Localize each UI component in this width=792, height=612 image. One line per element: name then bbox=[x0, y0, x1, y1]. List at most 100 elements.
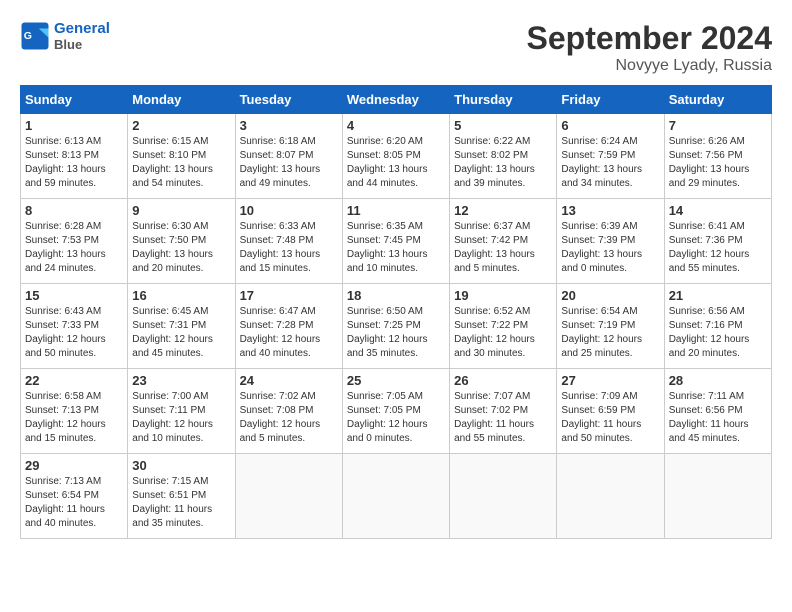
location-title: Novyye Lyady, Russia bbox=[527, 57, 772, 75]
calendar-body: 1Sunrise: 6:13 AMSunset: 8:13 PMDaylight… bbox=[21, 114, 772, 539]
day-number: 5 bbox=[454, 118, 552, 133]
calendar-cell bbox=[450, 454, 557, 539]
day-info: Sunrise: 6:28 AMSunset: 7:53 PMDaylight:… bbox=[25, 220, 123, 276]
week-row-3: 15 Sunrise: 6:43 AMSunset: 7:33 PMDayligh… bbox=[21, 284, 772, 369]
calendar-cell: 19Sunrise: 6:52 AMSunset: 7:22 PMDayligh… bbox=[450, 284, 557, 369]
day-info: Sunrise: 6:50 AMSunset: 7:25 PMDaylight:… bbox=[347, 305, 445, 361]
calendar-cell: 25 Sunrise: 7:05 AMSunset: 7:05 PMDayligh… bbox=[342, 369, 449, 454]
weekday-friday: Friday bbox=[557, 86, 664, 114]
calendar-cell bbox=[664, 454, 771, 539]
calendar-cell: 16 Sunrise: 6:45 AMSunset: 7:31 PMDayligh… bbox=[128, 284, 235, 369]
logo: G General Blue bbox=[20, 20, 110, 52]
day-info: Sunrise: 6:47 AMSunset: 7:28 PMDaylight:… bbox=[240, 305, 338, 361]
calendar-cell bbox=[557, 454, 664, 539]
calendar-cell: 17 Sunrise: 6:47 AMSunset: 7:28 PMDayligh… bbox=[235, 284, 342, 369]
calendar-cell: 10Sunrise: 6:33 AMSunset: 7:48 PMDayligh… bbox=[235, 199, 342, 284]
day-info: Sunrise: 7:05 AMSunset: 7:05 PMDaylight:… bbox=[347, 390, 445, 446]
calendar-cell: 8 Sunrise: 6:28 AMSunset: 7:53 PMDaylight… bbox=[21, 199, 128, 284]
day-number: 6 bbox=[561, 118, 659, 133]
day-info: Sunrise: 7:11 AMSunset: 6:56 PMDaylight:… bbox=[669, 390, 767, 446]
calendar-cell: 21 Sunrise: 6:56 AMSunset: 7:16 PMDayligh… bbox=[664, 284, 771, 369]
day-number: 16 bbox=[132, 288, 230, 303]
calendar-cell: 15 Sunrise: 6:43 AMSunset: 7:33 PMDayligh… bbox=[21, 284, 128, 369]
day-number: 10 bbox=[240, 203, 338, 218]
day-number: 20 bbox=[561, 288, 659, 303]
calendar-cell: 20 Sunrise: 6:54 AMSunset: 7:19 PMDayligh… bbox=[557, 284, 664, 369]
calendar-cell: 5 Sunrise: 6:22 AMSunset: 8:02 PMDaylight… bbox=[450, 114, 557, 199]
day-number: 3 bbox=[240, 118, 338, 133]
day-number: 2 bbox=[132, 118, 230, 133]
calendar-cell: 26Sunrise: 7:07 AMSunset: 7:02 PMDayligh… bbox=[450, 369, 557, 454]
day-number: 14 bbox=[669, 203, 767, 218]
day-info: Sunrise: 7:09 AMSunset: 6:59 PMDaylight:… bbox=[561, 390, 659, 446]
day-info: Sunrise: 6:35 AMSunset: 7:45 PMDaylight:… bbox=[347, 220, 445, 276]
day-info: Sunrise: 6:22 AMSunset: 8:02 PMDaylight:… bbox=[454, 135, 552, 191]
day-number: 8 bbox=[25, 203, 123, 218]
day-info: Sunrise: 7:02 AMSunset: 7:08 PMDaylight:… bbox=[240, 390, 338, 446]
calendar-cell: 9 Sunrise: 6:30 AMSunset: 7:50 PMDaylight… bbox=[128, 199, 235, 284]
day-info: Sunrise: 7:00 AMSunset: 7:11 PMDaylight:… bbox=[132, 390, 230, 446]
day-info: Sunrise: 6:58 AMSunset: 7:13 PMDaylight:… bbox=[25, 390, 123, 446]
day-number: 25 bbox=[347, 373, 445, 388]
calendar-cell: 4Sunrise: 6:20 AMSunset: 8:05 PMDaylight… bbox=[342, 114, 449, 199]
weekday-header-row: SundayMondayTuesdayWednesdayThursdayFrid… bbox=[21, 86, 772, 114]
calendar-cell: 13 Sunrise: 6:39 AMSunset: 7:39 PMDayligh… bbox=[557, 199, 664, 284]
calendar-cell: 7 Sunrise: 6:26 AMSunset: 7:56 PMDaylight… bbox=[664, 114, 771, 199]
day-number: 17 bbox=[240, 288, 338, 303]
calendar-cell bbox=[235, 454, 342, 539]
day-number: 24 bbox=[240, 373, 338, 388]
calendar-cell: 11 Sunrise: 6:35 AMSunset: 7:45 PMDayligh… bbox=[342, 199, 449, 284]
day-info: Sunrise: 6:39 AMSunset: 7:39 PMDaylight:… bbox=[561, 220, 659, 276]
calendar-cell: 12 Sunrise: 6:37 AMSunset: 7:42 PMDayligh… bbox=[450, 199, 557, 284]
day-info: Sunrise: 6:43 AMSunset: 7:33 PMDaylight:… bbox=[25, 305, 123, 361]
day-info: Sunrise: 6:45 AMSunset: 7:31 PMDaylight:… bbox=[132, 305, 230, 361]
calendar-cell: 3 Sunrise: 6:18 AMSunset: 8:07 PMDaylight… bbox=[235, 114, 342, 199]
day-number: 21 bbox=[669, 288, 767, 303]
day-info: Sunrise: 7:07 AMSunset: 7:02 PMDaylight:… bbox=[454, 390, 552, 446]
weekday-thursday: Thursday bbox=[450, 86, 557, 114]
day-number: 28 bbox=[669, 373, 767, 388]
title-area: September 2024 Novyye Lyady, Russia bbox=[527, 20, 772, 75]
calendar-cell: 24 Sunrise: 7:02 AMSunset: 7:08 PMDayligh… bbox=[235, 369, 342, 454]
day-info: Sunrise: 6:20 AMSunset: 8:05 PMDaylight:… bbox=[347, 135, 445, 191]
day-info: Sunrise: 6:26 AMSunset: 7:56 PMDaylight:… bbox=[669, 135, 767, 191]
day-number: 29 bbox=[25, 458, 123, 473]
calendar-cell: 22Sunrise: 6:58 AMSunset: 7:13 PMDayligh… bbox=[21, 369, 128, 454]
day-number: 23 bbox=[132, 373, 230, 388]
calendar-cell bbox=[342, 454, 449, 539]
weekday-wednesday: Wednesday bbox=[342, 86, 449, 114]
day-number: 15 bbox=[25, 288, 123, 303]
calendar: SundayMondayTuesdayWednesdayThursdayFrid… bbox=[20, 85, 772, 539]
calendar-cell: 30Sunrise: 7:15 AMSunset: 6:51 PMDayligh… bbox=[128, 454, 235, 539]
day-info: Sunrise: 6:41 AMSunset: 7:36 PMDaylight:… bbox=[669, 220, 767, 276]
day-number: 7 bbox=[669, 118, 767, 133]
calendar-cell: 14 Sunrise: 6:41 AMSunset: 7:36 PMDayligh… bbox=[664, 199, 771, 284]
calendar-cell: 2 Sunrise: 6:15 AMSunset: 8:10 PMDaylight… bbox=[128, 114, 235, 199]
day-number: 9 bbox=[132, 203, 230, 218]
day-number: 12 bbox=[454, 203, 552, 218]
weekday-saturday: Saturday bbox=[664, 86, 771, 114]
weekday-tuesday: Tuesday bbox=[235, 86, 342, 114]
weekday-monday: Monday bbox=[128, 86, 235, 114]
svg-text:G: G bbox=[24, 30, 32, 42]
day-info: Sunrise: 7:15 AMSunset: 6:51 PMDaylight:… bbox=[132, 475, 230, 531]
day-info: Sunrise: 6:24 AMSunset: 7:59 PMDaylight:… bbox=[561, 135, 659, 191]
day-info: Sunrise: 6:37 AMSunset: 7:42 PMDaylight:… bbox=[454, 220, 552, 276]
day-info: Sunrise: 6:54 AMSunset: 7:19 PMDaylight:… bbox=[561, 305, 659, 361]
day-info: Sunrise: 6:18 AMSunset: 8:07 PMDaylight:… bbox=[240, 135, 338, 191]
weekday-sunday: Sunday bbox=[21, 86, 128, 114]
week-row-2: 8 Sunrise: 6:28 AMSunset: 7:53 PMDaylight… bbox=[21, 199, 772, 284]
day-info: Sunrise: 6:30 AMSunset: 7:50 PMDaylight:… bbox=[132, 220, 230, 276]
calendar-cell: 6 Sunrise: 6:24 AMSunset: 7:59 PMDaylight… bbox=[557, 114, 664, 199]
day-info: Sunrise: 6:56 AMSunset: 7:16 PMDaylight:… bbox=[669, 305, 767, 361]
calendar-cell: 23 Sunrise: 7:00 AMSunset: 7:11 PMDayligh… bbox=[128, 369, 235, 454]
day-number: 13 bbox=[561, 203, 659, 218]
header: G General Blue September 2024 Novyye Lya… bbox=[20, 20, 772, 75]
day-number: 18 bbox=[347, 288, 445, 303]
logo-icon: G bbox=[20, 21, 50, 51]
day-number: 11 bbox=[347, 203, 445, 218]
day-number: 27 bbox=[561, 373, 659, 388]
day-number: 1 bbox=[25, 118, 123, 133]
day-info: Sunrise: 6:15 AMSunset: 8:10 PMDaylight:… bbox=[132, 135, 230, 191]
day-number: 19 bbox=[454, 288, 552, 303]
